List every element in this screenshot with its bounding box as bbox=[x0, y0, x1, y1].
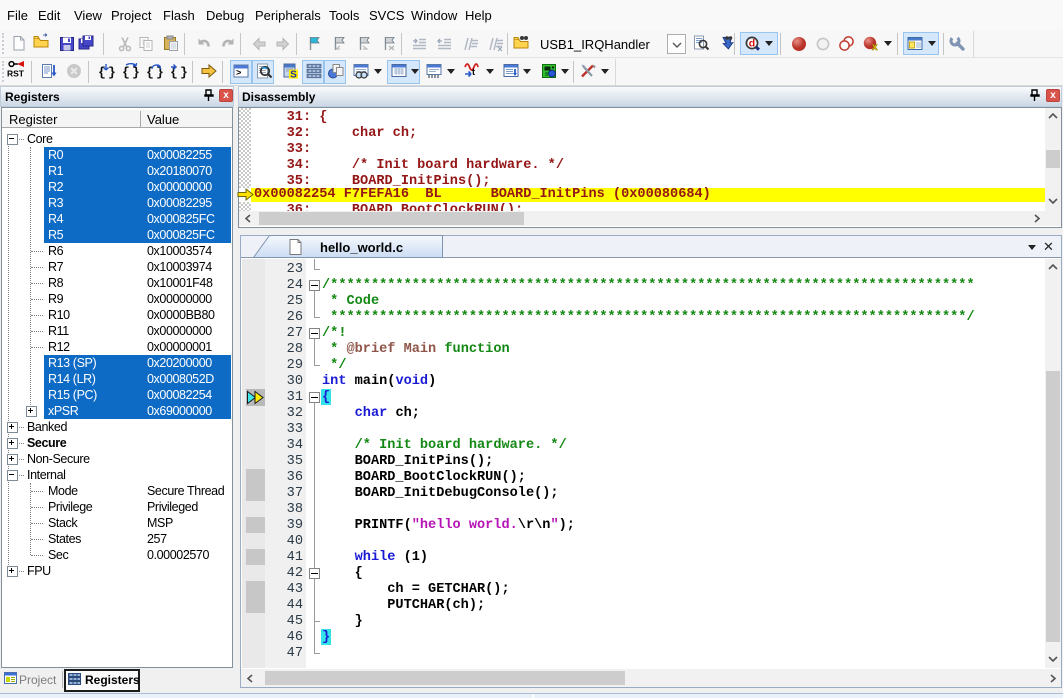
svg-text:}: } bbox=[108, 65, 116, 80]
svg-text:}: } bbox=[180, 65, 188, 80]
svg-text:x: x bbox=[872, 42, 878, 52]
svg-text:S: S bbox=[290, 70, 297, 81]
svg-text:}: } bbox=[132, 65, 140, 80]
svg-text:t: t bbox=[472, 67, 475, 77]
svg-text:RST: RST bbox=[7, 69, 25, 79]
svg-text:{: { bbox=[122, 65, 130, 80]
svg-text:>: > bbox=[236, 69, 241, 79]
svg-text:{: { bbox=[98, 65, 106, 80]
svg-text:d: d bbox=[749, 38, 755, 50]
